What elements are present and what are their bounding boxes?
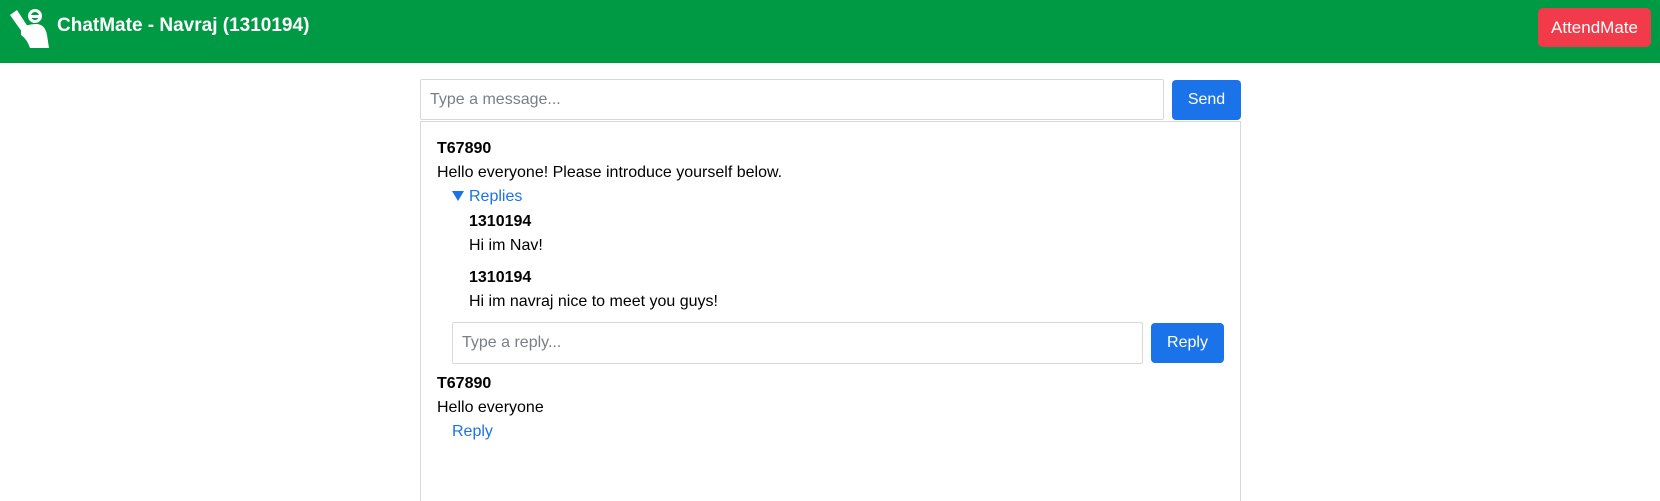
reply-author: 1310194 [469, 269, 532, 286]
replies-toggle-label: Replies [469, 188, 523, 205]
message-author: T67890 [437, 375, 492, 392]
app-title: ChatMate - Navraj (1310194) [57, 15, 310, 36]
reply-text: Hi im Nav! [469, 237, 543, 254]
reply-text: Hi im navraj nice to meet you guys! [469, 293, 718, 310]
attendmate-button[interactable]: AttendMate [1538, 8, 1651, 47]
triangle-down-icon [452, 191, 464, 201]
reply-button[interactable]: Reply [1151, 323, 1224, 363]
reply-author: 1310194 [469, 213, 532, 230]
top-navbar: ChatMate - Navraj (1310194) AttendMate [0, 0, 1660, 63]
reply-input[interactable] [452, 322, 1143, 364]
message-input[interactable] [420, 79, 1164, 120]
message-text: Hello everyone [437, 399, 544, 416]
reply-link[interactable]: Reply [452, 422, 493, 442]
send-button[interactable]: Send [1172, 80, 1241, 120]
waving-person-icon [10, 9, 49, 48]
message-text: Hello everyone! Please introduce yoursel… [437, 164, 783, 181]
message-author: T67890 [437, 140, 492, 157]
replies-toggle[interactable]: Replies [452, 187, 522, 207]
